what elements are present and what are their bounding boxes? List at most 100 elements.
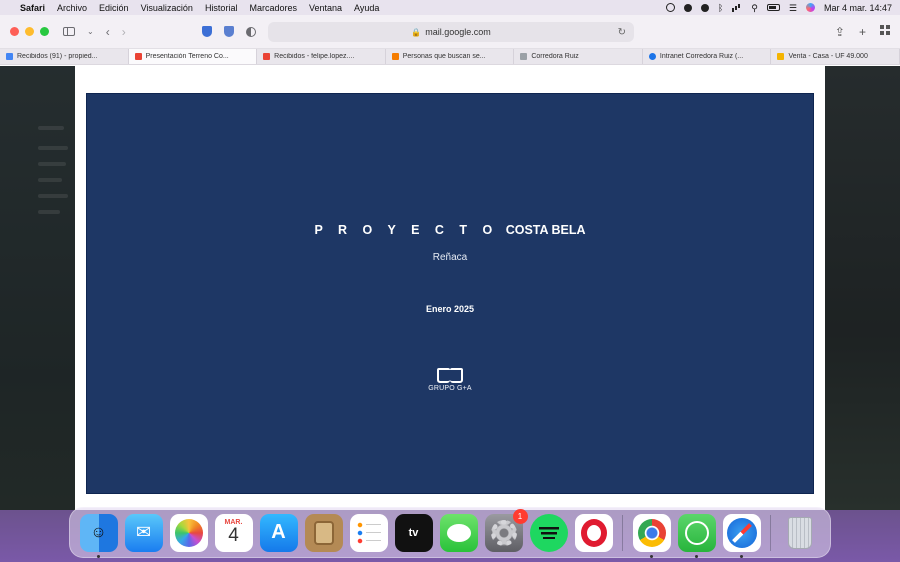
- running-indicator: [740, 554, 743, 558]
- tab-recibidos-felipe[interactable]: Recibidos - felipe.lopez....: [257, 49, 386, 64]
- menu-bar: Safari Archivo Edición Visualización His…: [0, 0, 900, 15]
- battery-icon[interactable]: [766, 4, 780, 11]
- opera-logo-icon: [580, 518, 607, 547]
- notification-badge: 1: [512, 508, 528, 524]
- calendar-day: 4: [228, 524, 239, 546]
- dock: ☺ ✉ MAR. 4 A tv 1: [69, 507, 831, 558]
- vpn-icon[interactable]: [665, 3, 675, 12]
- dock-photos[interactable]: [169, 513, 208, 552]
- dock-separator: [770, 514, 771, 551]
- lock-icon: 🔒: [411, 27, 422, 37]
- slide-subtitle: Reñaca: [432, 252, 468, 263]
- tab-corredora-ruiz[interactable]: Corredora Ruiz: [514, 49, 643, 64]
- dock-reminders[interactable]: [349, 513, 388, 552]
- tab-intranet-corredora[interactable]: Intranet Corredora Ruiz (...: [643, 49, 772, 64]
- reload-icon[interactable]: ↻: [618, 27, 626, 38]
- menu-edicion[interactable]: Edición: [99, 3, 129, 13]
- share-icon[interactable]: ⇪: [835, 25, 845, 39]
- address-bar[interactable]: 🔒 mail.google.com ↻: [268, 22, 634, 42]
- site-favicon-icon: [520, 53, 528, 60]
- reminders-list-icon: [356, 521, 381, 544]
- grupo-ga-logo-icon: [437, 368, 463, 383]
- menu-marcadores[interactable]: Marcadores: [249, 3, 297, 13]
- dock-system-settings[interactable]: 1: [484, 508, 528, 552]
- menu-archivo[interactable]: Archivo: [57, 3, 87, 13]
- fullscreen-window-button[interactable]: [40, 27, 49, 36]
- toolbar-right: ⇪ +: [835, 25, 890, 39]
- mail-envelope-icon: ✉: [135, 522, 152, 542]
- chevron-down-icon[interactable]: ⌄: [87, 27, 94, 36]
- status-area: ᛒ ⚲ ☰ Mar 4 mar. 14:47: [665, 3, 892, 13]
- running-indicator: [97, 554, 100, 558]
- messages-bubble-icon: [446, 523, 471, 542]
- trash-icon: [787, 516, 812, 549]
- app-store-icon: A: [271, 521, 286, 543]
- running-indicator: [650, 554, 653, 558]
- tab-overview-icon[interactable]: [880, 25, 890, 35]
- dock-messages[interactable]: [439, 513, 478, 552]
- privacy-report-icon[interactable]: [245, 26, 256, 37]
- tab-personas-que-buscan[interactable]: Personas que buscan se...: [386, 49, 515, 64]
- bluetooth-icon[interactable]: ᛒ: [718, 3, 723, 13]
- menu-ayuda[interactable]: Ayuda: [354, 3, 379, 13]
- back-arrow-icon[interactable]: ‹: [106, 25, 110, 39]
- company-logo: GRUPO G+A: [87, 368, 813, 392]
- tab-bar: Recibidos (91) - propied... Presentación…: [0, 49, 900, 65]
- menu-historial[interactable]: Historial: [205, 3, 238, 13]
- window-controls: [10, 27, 49, 36]
- gmail-status-icon[interactable]: [700, 3, 709, 12]
- minimize-window-button[interactable]: [25, 27, 34, 36]
- site-favicon-icon: [391, 53, 399, 60]
- contacts-book-icon: [313, 520, 334, 545]
- company-logo-label: GRUPO G+A: [428, 385, 472, 392]
- creative-cloud-icon[interactable]: [683, 3, 692, 12]
- dock-chrome[interactable]: [632, 513, 671, 558]
- slide-title: P R O Y E C T O COSTA BELA: [314, 223, 586, 237]
- chrome-logo-icon: [637, 518, 666, 547]
- close-window-button[interactable]: [10, 27, 19, 36]
- tab-recibidos-propiedades[interactable]: Recibidos (91) - propied...: [0, 49, 129, 64]
- menu-clock[interactable]: Mar 4 mar. 14:47: [824, 3, 892, 13]
- dock-calendar[interactable]: MAR. 4: [214, 513, 253, 552]
- whatsapp-phone-icon: [684, 520, 709, 545]
- google-favicon-icon: [6, 53, 13, 60]
- dock-whatsapp[interactable]: [677, 513, 716, 558]
- dock-mail[interactable]: ✉: [124, 513, 163, 552]
- photos-flower-icon: [174, 518, 203, 547]
- spotlight-search-icon[interactable]: ⚲: [751, 3, 758, 13]
- menu-visualizacion[interactable]: Visualización: [141, 3, 193, 13]
- adblock-extension-icon[interactable]: [223, 26, 234, 37]
- attachment-viewer: P R O Y E C T O COSTA BELA Reñaca Enero …: [75, 66, 825, 510]
- forward-arrow-icon[interactable]: ›: [122, 25, 126, 39]
- siri-icon[interactable]: [805, 3, 815, 12]
- presentation-slide: P R O Y E C T O COSTA BELA Reñaca Enero …: [86, 93, 814, 494]
- gmail-favicon-icon: [134, 53, 142, 60]
- menu-ventana[interactable]: Ventana: [309, 3, 342, 13]
- dock-apple-tv[interactable]: tv: [394, 513, 433, 552]
- safari-window: ⌄ ‹ › 🔒 mail.google.com ↻ ⇪ + Recibidos …: [0, 15, 900, 510]
- apple-tv-label: tv: [408, 526, 419, 539]
- control-center-icon[interactable]: ☰: [789, 3, 797, 13]
- site-favicon-icon: [777, 53, 785, 60]
- sidebar-toggle-icon[interactable]: [63, 27, 75, 36]
- spotify-waves-icon: [538, 525, 559, 540]
- privacy-extension-icon[interactable]: [201, 26, 212, 37]
- dock-contacts[interactable]: [304, 513, 343, 552]
- dock-opera[interactable]: [574, 513, 613, 552]
- menu-safari[interactable]: Safari: [20, 3, 45, 13]
- wifi-icon[interactable]: [732, 3, 742, 12]
- dock-app-store[interactable]: A: [259, 513, 298, 552]
- dock-trash[interactable]: [781, 514, 819, 552]
- safari-compass-icon: [726, 517, 757, 548]
- new-tab-icon[interactable]: +: [859, 25, 866, 39]
- site-favicon-icon: [648, 53, 656, 60]
- dock-spotify[interactable]: [529, 513, 568, 552]
- tab-venta-casa[interactable]: Venta - Casa - UF 49.000: [771, 49, 900, 64]
- gear-icon: [490, 519, 517, 546]
- address-bar-url: mail.google.com: [425, 27, 491, 37]
- dock-finder[interactable]: ☺: [79, 513, 118, 558]
- dock-separator: [622, 514, 623, 551]
- dock-safari[interactable]: [722, 513, 761, 558]
- finder-icon: ☺: [90, 523, 107, 541]
- tab-presentacion-terreno[interactable]: Presentación Terreno Co...: [128, 49, 258, 64]
